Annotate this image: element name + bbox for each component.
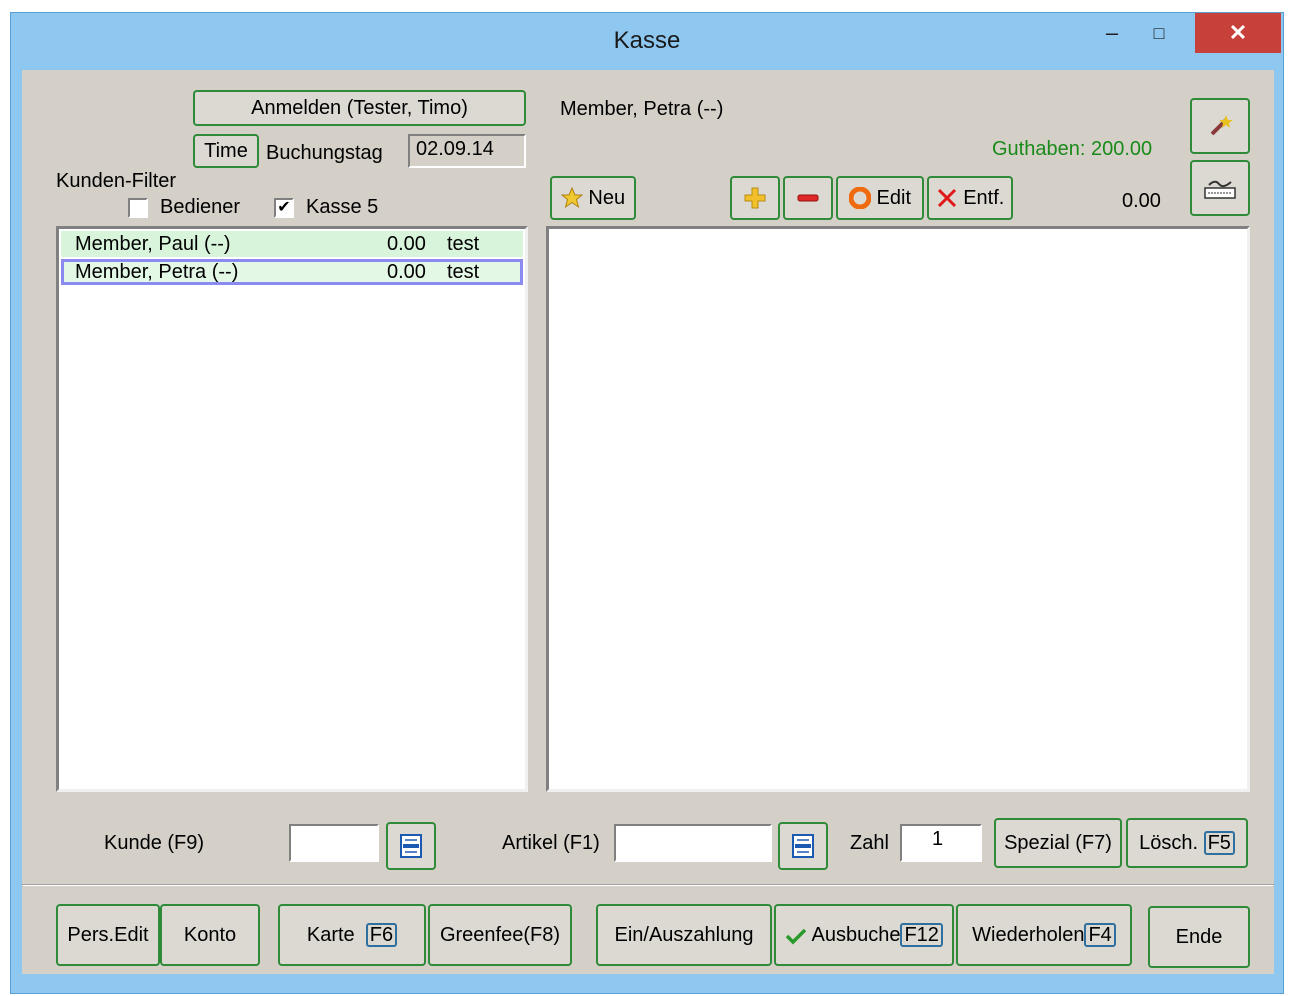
customer-list[interactable]: Member, Paul (--) 0.00 test Member, Petr… bbox=[56, 226, 528, 792]
customer-note: test bbox=[447, 261, 480, 283]
minus-icon bbox=[797, 194, 819, 202]
greenfee-label: Greenfee(F8) bbox=[439, 923, 561, 946]
kasse-label: Kasse 5 bbox=[306, 196, 379, 218]
plus-icon bbox=[744, 187, 766, 209]
kunde-label: Kunde (F9) bbox=[104, 832, 205, 854]
bediener-label: Bediener bbox=[160, 196, 241, 218]
lifebuoy-icon bbox=[848, 187, 871, 210]
customer-name: Member, Paul (--) bbox=[75, 233, 231, 255]
spezial-label: Spezial (F7) bbox=[1004, 831, 1112, 854]
guthaben-label: Guthaben: 200.00 bbox=[992, 138, 1153, 160]
spezial-button[interactable]: Spezial (F7) bbox=[994, 818, 1122, 868]
karte-label: Karte bbox=[306, 924, 355, 946]
selected-customer-label: Member, Petra (--) bbox=[560, 98, 724, 120]
separator bbox=[22, 884, 1274, 886]
customer-note: test bbox=[447, 233, 480, 255]
list-search-icon bbox=[400, 834, 422, 858]
konto-button[interactable]: Konto bbox=[160, 904, 260, 966]
checkmark-icon bbox=[785, 928, 807, 945]
plus-button[interactable] bbox=[730, 176, 780, 220]
ausbuchen-label: Ausbuche bbox=[811, 924, 901, 946]
customer-amount: 0.00 bbox=[387, 233, 426, 255]
kunde-input[interactable] bbox=[289, 824, 379, 862]
entf-button[interactable]: Entf. bbox=[927, 176, 1013, 220]
buchungstag-field: 02.09.14 bbox=[408, 134, 526, 168]
einauszahlung-label: Ein/Auszahlung bbox=[614, 923, 754, 946]
f6-key-badge: F6 bbox=[365, 923, 398, 947]
maximize-button[interactable]: □ bbox=[1136, 13, 1182, 53]
signature-icon bbox=[1204, 180, 1236, 199]
neu-button[interactable]: Neu bbox=[550, 176, 636, 220]
login-button-label: Anmelden (Tester, Timo) bbox=[251, 96, 468, 119]
f12-key-badge: F12 bbox=[900, 923, 943, 947]
wizard-button[interactable] bbox=[1190, 98, 1250, 154]
artikel-search-button[interactable] bbox=[778, 822, 828, 870]
ende-label: Ende bbox=[1175, 925, 1223, 948]
artikel-label: Artikel (F1) bbox=[502, 832, 600, 854]
bediener-checkbox[interactable] bbox=[128, 198, 148, 218]
losch-button[interactable]: Lösch. F5 bbox=[1126, 818, 1248, 868]
minus-button[interactable] bbox=[783, 176, 833, 220]
ende-button[interactable]: Ende bbox=[1148, 906, 1250, 968]
client-area: Anmelden (Tester, Timo) Time Buchungstag… bbox=[22, 70, 1274, 974]
wiederholen-label: Wiederholen bbox=[972, 924, 1085, 946]
title-bar: Kasse – □ ✕ bbox=[11, 13, 1283, 75]
artikel-input[interactable] bbox=[614, 824, 772, 862]
buchungstag-label: Buchungstag bbox=[266, 142, 383, 164]
list-item[interactable]: Member, Paul (--) 0.00 test bbox=[61, 231, 523, 257]
customer-amount: 0.00 bbox=[387, 261, 426, 283]
kunden-filter-label: Kunden-Filter bbox=[56, 170, 177, 192]
losch-label: Lösch. bbox=[1139, 832, 1199, 854]
minimize-button[interactable]: – bbox=[1089, 13, 1135, 53]
konto-label: Konto bbox=[183, 923, 237, 946]
time-button-label: Time bbox=[204, 139, 248, 162]
pers-edit-button[interactable]: Pers.Edit bbox=[56, 904, 160, 966]
customer-name: Member, Petra (--) bbox=[75, 261, 239, 283]
time-button[interactable]: Time bbox=[193, 134, 259, 168]
neu-label: Neu bbox=[588, 186, 626, 209]
star-icon bbox=[560, 187, 583, 209]
magic-wand-icon bbox=[1210, 115, 1233, 136]
ausbuchen-button[interactable]: Ausbuche F12 bbox=[774, 904, 954, 966]
zahl-input[interactable]: 1 bbox=[900, 824, 982, 862]
zahl-label: Zahl bbox=[850, 832, 889, 854]
entf-label: Entf. bbox=[963, 186, 1005, 209]
wiederholen-button[interactable]: Wiederholen F4 bbox=[956, 904, 1132, 966]
kunde-search-button[interactable] bbox=[386, 822, 436, 870]
edit-label: Edit bbox=[876, 186, 912, 209]
einauszahlung-button[interactable]: Ein/Auszahlung bbox=[596, 904, 772, 966]
booking-items-list[interactable] bbox=[546, 226, 1250, 792]
kasse-checkbox[interactable]: ✔ bbox=[274, 198, 294, 218]
pers-edit-label: Pers.Edit bbox=[67, 923, 149, 946]
close-button[interactable]: ✕ bbox=[1195, 13, 1281, 53]
greenfee-button[interactable]: Greenfee(F8) bbox=[428, 904, 572, 966]
karte-button[interactable]: Karte F6 bbox=[278, 904, 426, 966]
total-amount: 0.00 bbox=[1122, 190, 1161, 212]
list-item-selected[interactable]: Member, Petra (--) 0.00 test bbox=[61, 259, 523, 285]
signature-button[interactable] bbox=[1190, 160, 1250, 216]
f5-key-badge: F5 bbox=[1203, 831, 1235, 855]
list-search-icon bbox=[792, 834, 814, 858]
login-button[interactable]: Anmelden (Tester, Timo) bbox=[193, 90, 526, 126]
f4-key-badge: F4 bbox=[1084, 923, 1116, 947]
delete-x-icon bbox=[937, 189, 956, 208]
edit-button[interactable]: Edit bbox=[836, 176, 924, 220]
